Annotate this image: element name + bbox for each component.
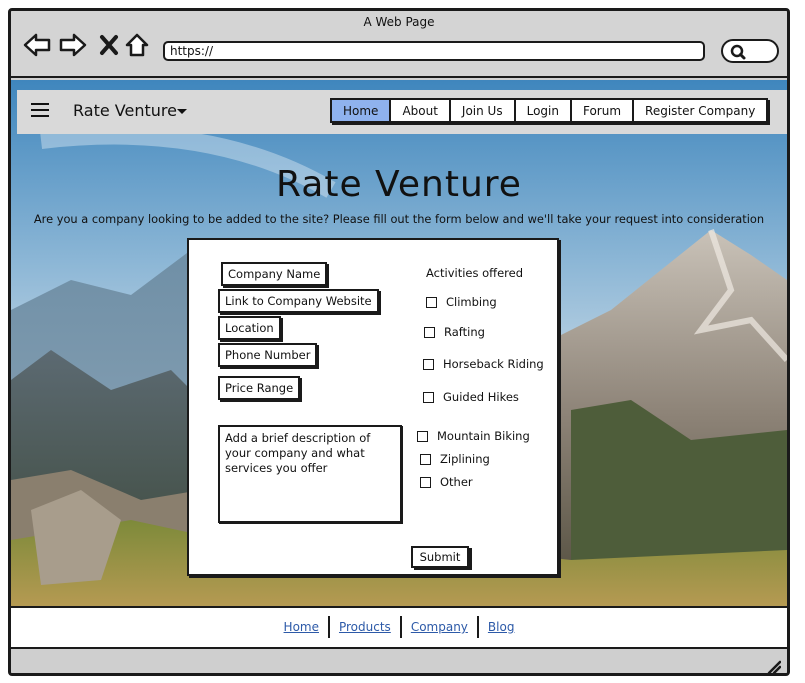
checkbox-label: Horseback Riding	[443, 357, 544, 371]
page-title: Rate Venture	[276, 164, 522, 205]
page-footer: Home Products Company Blog	[11, 606, 787, 649]
activity-other[interactable]: Other	[420, 475, 473, 489]
checkbox[interactable]	[420, 476, 431, 488]
brand-dropdown[interactable]: Rate Venture	[73, 101, 177, 120]
footer-link-products[interactable]: Products	[330, 620, 400, 634]
page-subtitle: Are you a company looking to be added to…	[33, 212, 765, 226]
checkbox[interactable]	[420, 453, 431, 465]
tab-register-company[interactable]: Register Company	[634, 100, 766, 121]
activity-horseback-riding[interactable]: Horseback Riding	[423, 357, 544, 371]
description-textarea[interactable]: Add a brief description of your company …	[218, 425, 402, 523]
register-company-form: Company Name Link to Company Website Loc…	[187, 238, 559, 576]
resize-grip-icon[interactable]	[765, 658, 781, 674]
tab-home[interactable]: Home	[332, 100, 392, 121]
activity-mountain-biking[interactable]: Mountain Biking	[417, 429, 530, 443]
checkbox[interactable]	[426, 296, 437, 308]
activities-heading: Activities offered	[426, 266, 524, 280]
home-icon[interactable]	[123, 31, 151, 59]
submit-button[interactable]: Submit	[411, 546, 469, 568]
phone-number-field[interactable]: Phone Number	[218, 343, 318, 367]
checkbox[interactable]	[423, 358, 434, 370]
checkbox-label: Ziplining	[440, 452, 490, 466]
search-icon	[730, 44, 746, 60]
status-bar	[11, 651, 787, 674]
checkbox[interactable]	[423, 391, 434, 403]
checkbox[interactable]	[424, 326, 435, 338]
checkbox-label: Other	[440, 475, 473, 489]
tab-login[interactable]: Login	[516, 100, 572, 121]
footer-links: Home Products Company Blog	[11, 616, 787, 638]
browser-window: A Web Page https:// Rate Venture Home Ab…	[8, 8, 790, 676]
url-input[interactable]: https://	[163, 41, 705, 61]
page-viewport: Rate Venture Home About Join Us Login Fo…	[11, 80, 787, 606]
tab-join-us[interactable]: Join Us	[451, 100, 516, 121]
company-website-field[interactable]: Link to Company Website	[218, 289, 379, 313]
tab-forum[interactable]: Forum	[572, 100, 635, 121]
nav-tabs: Home About Join Us Login Forum Register …	[330, 98, 769, 123]
activity-guided-hikes[interactable]: Guided Hikes	[423, 390, 519, 404]
checkbox-label: Rafting	[444, 325, 485, 339]
footer-link-company[interactable]: Company	[402, 620, 477, 634]
chevron-down-icon[interactable]	[177, 109, 187, 114]
site-navbar: Rate Venture Home About Join Us Login Fo…	[17, 90, 787, 134]
price-range-field[interactable]: Price Range	[218, 376, 301, 400]
back-arrow-icon[interactable]	[23, 31, 51, 59]
activity-climbing[interactable]: Climbing	[426, 295, 497, 309]
search-button[interactable]	[721, 39, 779, 63]
activity-rafting[interactable]: Rafting	[424, 325, 485, 339]
activity-ziplining[interactable]: Ziplining	[420, 452, 490, 466]
checkbox-label: Climbing	[446, 295, 497, 309]
tab-about[interactable]: About	[391, 100, 451, 121]
window-title: A Web Page	[363, 15, 435, 29]
checkbox-label: Mountain Biking	[437, 429, 530, 443]
company-name-field[interactable]: Company Name	[221, 262, 328, 286]
footer-link-blog[interactable]: Blog	[479, 620, 524, 634]
checkbox-label: Guided Hikes	[443, 390, 519, 404]
footer-link-home[interactable]: Home	[275, 620, 328, 634]
close-x-icon[interactable]	[95, 31, 123, 59]
forward-arrow-icon[interactable]	[59, 31, 87, 59]
browser-chrome: A Web Page https://	[11, 11, 787, 78]
location-field[interactable]: Location	[218, 316, 281, 340]
checkbox[interactable]	[417, 430, 428, 442]
hamburger-menu-icon[interactable]	[31, 103, 49, 119]
